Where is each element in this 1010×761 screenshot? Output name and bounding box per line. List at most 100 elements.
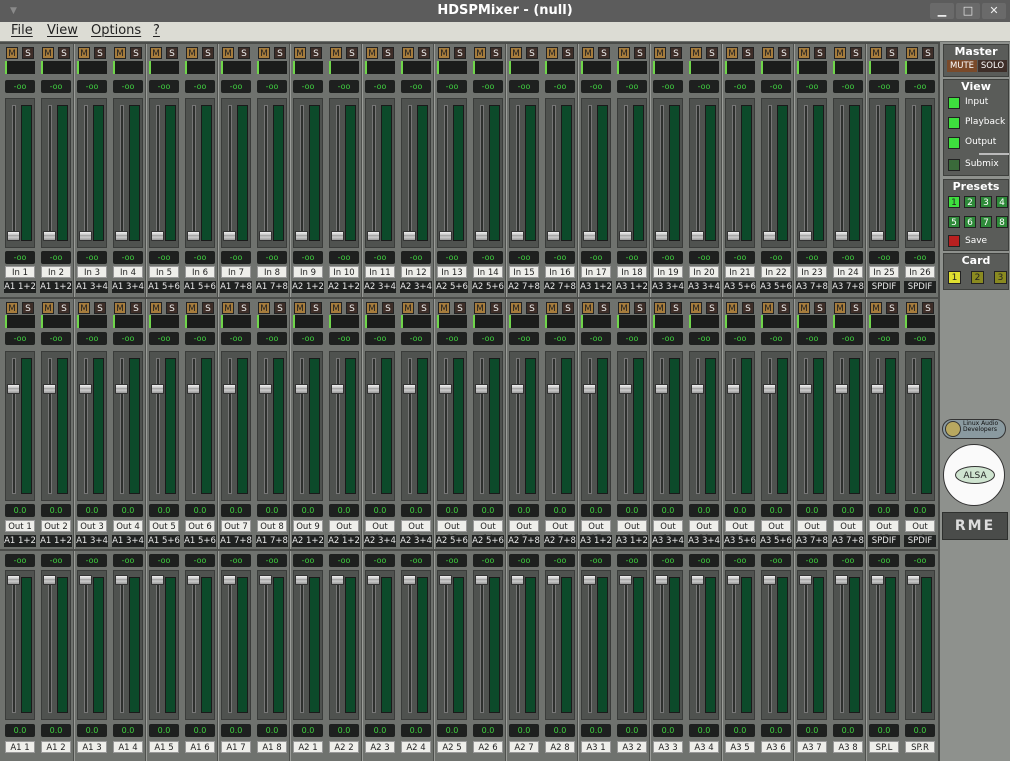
fader-track[interactable] [192,105,196,241]
fader-track[interactable] [516,577,520,713]
destination-label[interactable]: A2 1+2 [292,535,324,547]
channel-name[interactable]: In 15 [509,266,539,278]
destination-label[interactable]: A2 5+6 [436,281,468,293]
channel-name[interactable]: A1 2 [41,741,71,753]
channel-name[interactable]: Out 14 [473,520,503,544]
solo-button[interactable]: S [202,47,214,59]
fader-track[interactable] [732,358,736,494]
destination-label[interactable]: A2 1+2 [328,281,360,293]
channel-name[interactable]: A1 6 [185,741,215,753]
destination-label[interactable]: SPDIF [868,535,900,547]
destination-label[interactable]: SPDIF [904,535,936,547]
fader-knob[interactable] [43,384,56,395]
solo-button[interactable]: S [94,47,106,59]
fader-knob[interactable] [115,231,128,241]
fader-track[interactable] [552,577,556,713]
mute-button[interactable]: M [510,47,522,59]
solo-button[interactable]: S [778,47,790,59]
fader-knob[interactable] [403,231,416,241]
fader-track[interactable] [840,358,844,494]
fader-track[interactable] [768,577,772,713]
fader-knob[interactable] [439,575,452,585]
destination-label[interactable]: A2 5+6 [472,281,504,293]
fader-track[interactable] [264,358,268,494]
fader-track[interactable] [660,105,664,241]
mute-button[interactable]: M [366,47,378,59]
mute-button[interactable]: M [654,302,666,314]
channel-name[interactable]: Out 5 [149,520,179,532]
channel-name[interactable]: A3 8 [833,741,863,753]
solo-button[interactable]: S [274,302,286,314]
mute-button[interactable]: M [870,47,882,59]
fader-track[interactable] [912,577,916,713]
fader-knob[interactable] [907,384,920,395]
fader-knob[interactable] [619,575,632,585]
channel-name[interactable]: Out 8 [257,520,287,532]
fader-track[interactable] [768,358,772,494]
channel-name[interactable]: A2 5 [437,741,467,753]
fader-track[interactable] [372,105,376,241]
fader-track[interactable] [300,105,304,241]
destination-label[interactable]: A2 3+4 [400,535,432,547]
channel-name[interactable]: In 1 [5,266,35,278]
menu-view[interactable]: View [47,23,78,38]
channel-name[interactable]: In 14 [473,266,503,278]
destination-label[interactable]: A1 1+2 [40,281,72,293]
channel-name[interactable]: Out 2 [41,520,71,532]
mute-button[interactable]: M [906,47,918,59]
mute-button[interactable]: M [762,302,774,314]
fader-knob[interactable] [403,384,416,395]
mute-button[interactable]: M [618,302,630,314]
solo-button[interactable]: S [742,47,754,59]
mute-button[interactable]: M [834,302,846,314]
fader-track[interactable] [372,358,376,494]
destination-label[interactable]: A1 7+8 [256,281,288,293]
mute-button[interactable]: M [78,302,90,314]
mute-button[interactable]: M [150,47,162,59]
channel-name[interactable]: In 26 [905,266,935,278]
mute-button[interactable]: M [294,302,306,314]
destination-label[interactable]: A3 1+2 [580,281,612,293]
fader-knob[interactable] [439,384,452,395]
fader-track[interactable] [840,577,844,713]
mute-button[interactable]: M [654,47,666,59]
fader-track[interactable] [660,358,664,494]
fader-knob[interactable] [259,231,272,241]
fader-knob[interactable] [547,575,560,585]
channel-name[interactable]: In 6 [185,266,215,278]
mute-button[interactable]: M [438,302,450,314]
destination-label[interactable]: A2 7+8 [544,281,576,293]
channel-name[interactable]: SP.R [905,741,935,753]
fader-track[interactable] [588,358,592,494]
mute-button[interactable]: M [258,302,270,314]
solo-button[interactable]: S [382,47,394,59]
mute-button[interactable]: M [546,47,558,59]
solo-button[interactable]: S [778,302,790,314]
channel-name[interactable]: A3 4 [689,741,719,753]
preset-1-button[interactable]: 1 [948,196,960,208]
destination-label[interactable]: A3 5+6 [724,281,756,293]
solo-button[interactable]: S [706,47,718,59]
channel-name[interactable]: A1 7 [221,741,251,753]
solo-button[interactable]: S [130,47,142,59]
destination-label[interactable]: A2 1+2 [328,535,360,547]
fader-track[interactable] [696,577,700,713]
mute-button[interactable]: M [474,47,486,59]
fader-knob[interactable] [151,231,164,241]
fader-track[interactable] [552,105,556,241]
channel-name[interactable]: Out 9 [293,520,323,532]
preset-4-button[interactable]: 4 [996,196,1008,208]
fader-knob[interactable] [907,231,920,241]
channel-name[interactable]: Out 23 [797,520,827,544]
destination-label[interactable]: A3 3+4 [652,281,684,293]
solo-button[interactable]: S [22,302,34,314]
fader-knob[interactable] [331,384,344,395]
mute-button[interactable]: M [546,302,558,314]
mute-button[interactable]: M [114,47,126,59]
solo-button[interactable]: S [922,302,934,314]
mute-button[interactable]: M [402,47,414,59]
channel-name[interactable]: In 13 [437,266,467,278]
fader-track[interactable] [84,358,88,494]
mute-button[interactable]: M [798,302,810,314]
channel-name[interactable]: In 17 [581,266,611,278]
